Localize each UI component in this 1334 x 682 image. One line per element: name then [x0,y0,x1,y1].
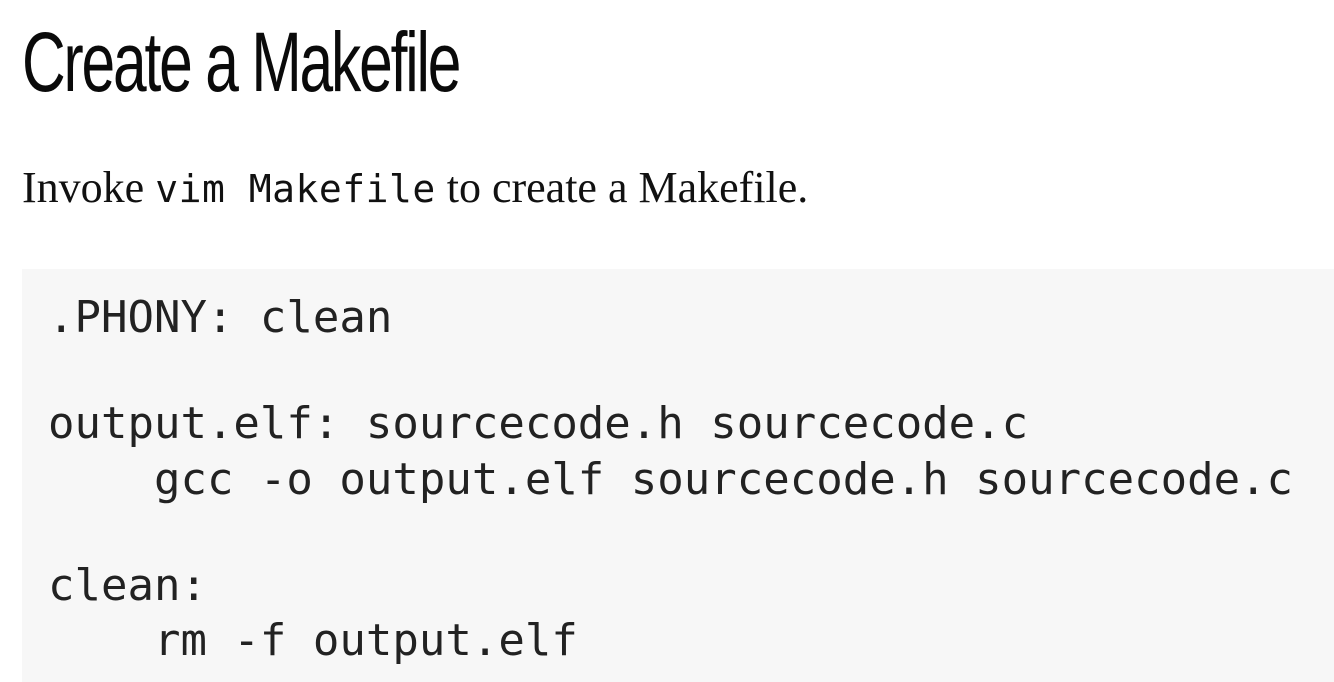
page-title: Create a Makefile [22,15,461,109]
intro-text-after: to create a Makefile. [435,163,809,212]
code-block: .PHONY: clean output.elf: sourcecode.h s… [22,269,1334,682]
code-line-output-target: output.elf: sourcecode.h sourcecode.c [48,398,1029,449]
inline-code-command: vim Makefile [155,167,436,211]
code-line-rm-command: rm -f output.elf [48,615,578,666]
intro-paragraph: Invoke vim Makefile to create a Makefile… [22,160,808,217]
code-line-clean-target: clean: [48,560,207,611]
intro-text-before: Invoke [22,163,156,212]
code-line-gcc-command: gcc -o output.elf sourcecode.h sourcecod… [48,454,1294,505]
code-line-phony: .PHONY: clean [48,292,393,343]
